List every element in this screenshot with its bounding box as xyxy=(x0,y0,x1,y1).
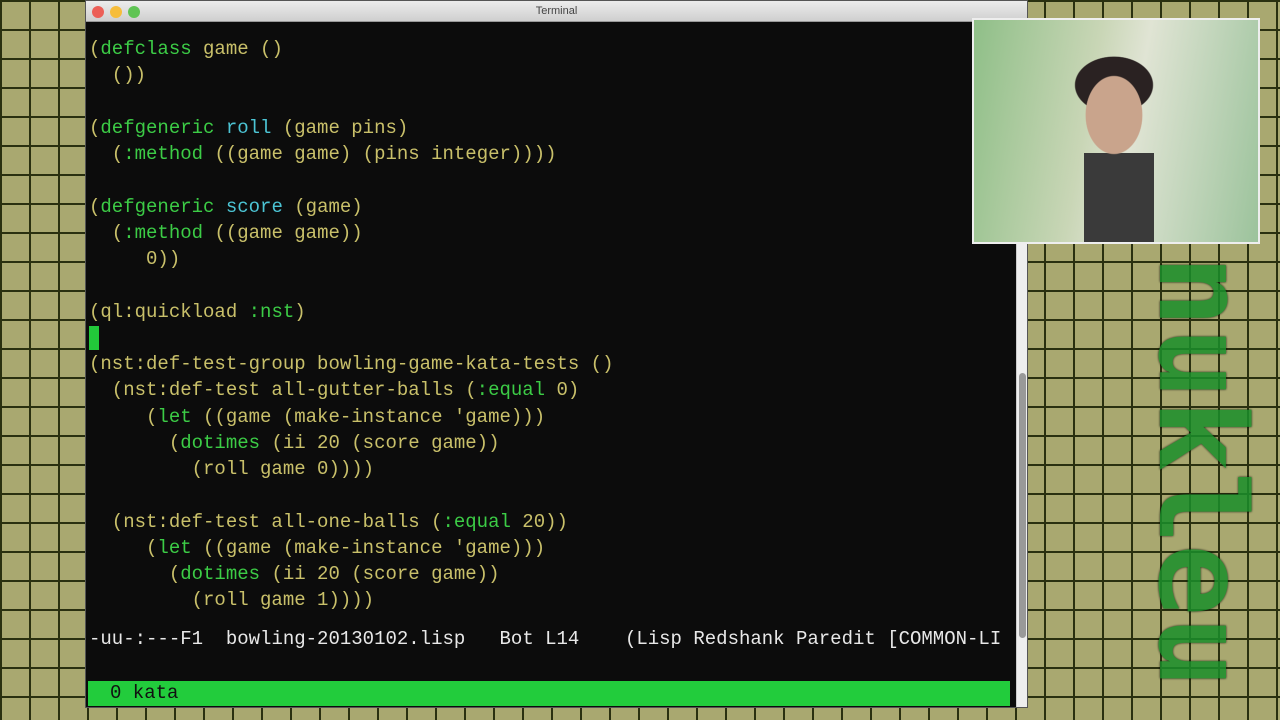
code-token: ( xyxy=(89,405,158,428)
keyword-token: dotimes xyxy=(180,431,261,454)
code-token: (roll game 0)))) xyxy=(89,458,375,480)
code-token: ((game (make-instance 'game))) xyxy=(191,536,546,559)
window-title: Terminal xyxy=(535,5,578,17)
code-token: ( xyxy=(89,431,181,454)
close-button[interactable] xyxy=(92,6,104,18)
code-token: (game) xyxy=(282,195,363,218)
code-line: (defgeneric score (game) xyxy=(89,194,614,220)
buffer-status: -uu-:---F1 xyxy=(89,628,204,650)
code-line: (let ((game (make-instance 'game))) xyxy=(89,535,614,561)
code-token: ((game (make-instance 'game))) xyxy=(191,405,546,428)
code-token: 20)) xyxy=(510,510,568,533)
code-token: ) xyxy=(294,300,306,323)
buffer-position: Bot L14 xyxy=(499,628,580,650)
code-line: (defgeneric roll (game pins) xyxy=(89,115,614,141)
code-line: (nst:def-test all-gutter-balls (:equal 0… xyxy=(89,377,614,403)
code-token: ( xyxy=(89,143,124,165)
code-token: 0) xyxy=(545,379,580,402)
webcam-overlay xyxy=(972,18,1260,244)
tmux-status-bar: 0 kata xyxy=(88,681,1010,706)
code-token: ( xyxy=(89,38,101,60)
code-line xyxy=(89,325,614,351)
code-editor[interactable]: (defclass game () ()) (defgeneric roll (g… xyxy=(89,36,614,614)
code-line: (:method ((game game) (pins integer)))) xyxy=(89,141,614,167)
buffer-name: bowling-20130102.lisp xyxy=(225,628,466,650)
code-line: (let ((game (make-instance 'game))) xyxy=(89,404,614,430)
code-line: (ql:quickload :nst) xyxy=(89,299,614,325)
keyword-token: :equal xyxy=(476,379,546,402)
keyword-token: :nst xyxy=(248,300,295,323)
code-token: ( xyxy=(89,116,101,139)
code-line: (dotimes (ii 20 (score game)) xyxy=(89,561,614,587)
code-token: ( xyxy=(89,195,101,218)
keyword-token: :equal xyxy=(442,510,511,533)
keyword-token: defclass xyxy=(100,38,192,60)
code-line: (roll game 0)))) xyxy=(89,456,614,482)
code-token: ( xyxy=(89,221,124,244)
logo: nukleu xyxy=(1131,255,1270,689)
code-line: (nst:def-test-group bowling-game-kata-te… xyxy=(89,351,614,377)
code-token: ( xyxy=(89,536,158,559)
code-line: 0)) xyxy=(89,246,614,272)
code-token: (game pins) xyxy=(271,116,409,139)
code-token: (ql:quickload xyxy=(89,300,249,323)
terminal-window: Terminal (defclass game () ()) (defgeneri… xyxy=(85,0,1028,708)
keyword-token: let xyxy=(157,405,192,428)
code-line: (:method ((game game)) xyxy=(89,220,614,246)
code-token: ((game game)) xyxy=(203,221,363,244)
emacs-mode-line: -uu-:---F1 bowling-20130102.lisp Bot L14… xyxy=(89,628,1001,650)
code-token: 0)) xyxy=(89,248,181,270)
code-token: (roll game 1)))) xyxy=(89,589,375,612)
tmux-window-label[interactable]: 0 kata xyxy=(110,682,178,704)
code-line: (roll game 1)))) xyxy=(89,587,614,613)
function-name-token: roll xyxy=(225,116,272,139)
function-name-token: score xyxy=(225,195,283,218)
keyword-token: defgeneric xyxy=(100,116,215,139)
keyword-token: let xyxy=(157,536,192,559)
keyword-token: :method xyxy=(123,221,204,244)
code-token: game () xyxy=(191,38,283,60)
code-line: (dotimes (ii 20 (score game)) xyxy=(89,430,614,456)
code-token: (ii 20 (score game)) xyxy=(260,563,500,585)
keyword-token: dotimes xyxy=(180,563,261,585)
zoom-button[interactable] xyxy=(128,6,140,18)
minimize-button[interactable] xyxy=(110,6,122,18)
code-line: ()) xyxy=(89,62,614,88)
code-token: ((game game) (pins integer)))) xyxy=(203,143,557,165)
major-modes: (Lisp Redshank Paredit [COMMON-LI xyxy=(624,628,1002,650)
code-token: (nst:def-test-group bowling-game-kata-te… xyxy=(89,353,614,375)
code-token: ( xyxy=(89,563,181,585)
keyword-token: :method xyxy=(123,143,204,165)
code-token: ()) xyxy=(89,64,147,87)
code-token: (ii 20 (score game)) xyxy=(260,431,500,454)
text-cursor xyxy=(89,325,99,350)
code-line: (nst:def-test all-one-balls (:equal 20)) xyxy=(89,509,614,535)
code-token: (nst:def-test all-gutter-balls ( xyxy=(89,379,477,402)
scrollbar-thumb[interactable] xyxy=(1019,373,1026,638)
code-token: (nst:def-test all-one-balls ( xyxy=(89,510,443,533)
code-line: (defclass game () xyxy=(89,36,614,62)
title-bar: Terminal xyxy=(86,1,1027,22)
keyword-token: defgeneric xyxy=(100,195,215,218)
